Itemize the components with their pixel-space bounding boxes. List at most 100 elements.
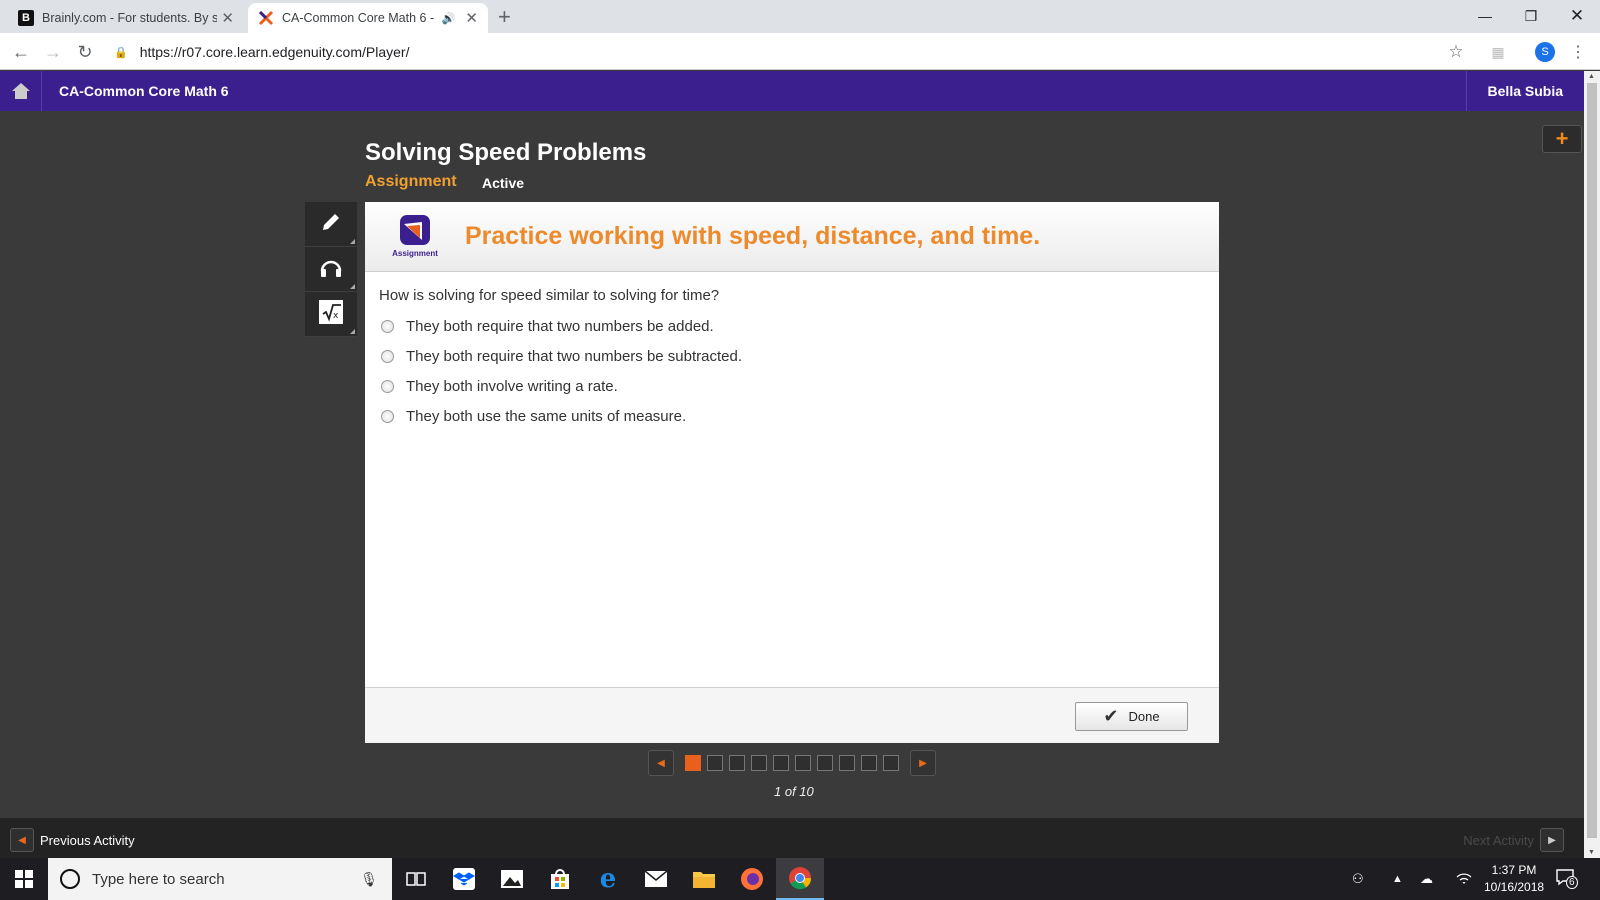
tab-edgenuity[interactable]: CA-Common Core Math 6 - E 🔊 ✕ (248, 3, 488, 33)
square-root-icon: x (318, 299, 344, 330)
home-icon[interactable] (0, 71, 42, 111)
url-text: https://r07.core.learn.edgenuity.com/Pla… (139, 44, 410, 60)
close-window-icon[interactable]: ✕ (1554, 0, 1600, 32)
assignment-logo: Assignment (391, 214, 439, 262)
previous-question-arrow-icon[interactable]: ◀ (648, 750, 674, 776)
answer-choice[interactable]: They both require that two numbers be su… (381, 344, 742, 368)
scroll-up-arrow-icon[interactable]: ▲ (1588, 73, 1595, 80)
tab-brainly[interactable]: B Brainly.com - For students. By st ✕ (8, 3, 244, 33)
done-button[interactable]: ✔ Done (1075, 702, 1188, 731)
forward-arrow-icon[interactable]: → (40, 39, 66, 65)
answer-choice[interactable]: They both use the same units of measure. (381, 404, 686, 428)
tab-title: Brainly.com - For students. By st (42, 11, 218, 25)
question-page-7[interactable] (817, 755, 833, 771)
user-name[interactable]: Bella Subia (1465, 71, 1584, 111)
scrollbar-thumb[interactable] (1587, 83, 1597, 838)
tool-panel: x (305, 202, 357, 337)
mail-icon[interactable] (632, 858, 680, 900)
radio-button[interactable] (381, 349, 394, 363)
search-placeholder: Type here to search (92, 870, 225, 888)
edge-browser-icon[interactable]: e (584, 858, 632, 900)
choice-label[interactable]: They both use the same units of measure. (406, 408, 686, 425)
previous-activity-label: Previous Activity (40, 832, 135, 848)
course-header: CA-Common Core Math 6 Bella Subia (0, 71, 1584, 111)
page-scrollbar[interactable]: ▲ ▼ (1584, 71, 1600, 858)
chrome-icon[interactable] (776, 858, 824, 900)
activity-headline: Practice working with speed, distance, a… (465, 222, 1041, 250)
wifi-icon[interactable] (1456, 858, 1472, 900)
close-tab-icon[interactable]: ✕ (465, 9, 478, 27)
close-tab-icon[interactable]: ✕ (221, 9, 234, 27)
firefox-icon[interactable] (728, 858, 776, 900)
windows-start-icon[interactable] (0, 858, 48, 900)
question-page-1[interactable] (685, 755, 701, 771)
question-page-3[interactable] (729, 755, 745, 771)
notification-center-icon[interactable]: 6 (1555, 868, 1578, 889)
minimize-icon[interactable]: — (1462, 0, 1508, 32)
course-title: CA-Common Core Math 6 (59, 83, 229, 99)
audio-tool-button[interactable] (305, 247, 357, 292)
question-page-2[interactable] (707, 755, 723, 771)
reload-icon[interactable]: ↻ (72, 39, 98, 65)
math-tool-button[interactable]: x (305, 292, 357, 337)
question-text: How is solving for speed similar to solv… (379, 287, 720, 304)
right-arrow-icon: ▶ (1540, 828, 1564, 852)
dropbox-icon[interactable] (440, 858, 488, 900)
scroll-down-arrow-icon[interactable]: ▼ (1588, 849, 1595, 856)
task-view-icon[interactable] (392, 858, 440, 900)
address-bar[interactable]: 🔒 https://r07.core.learn.edgenuity.com/P… (114, 39, 1469, 65)
question-page-5[interactable] (773, 755, 789, 771)
activity-nav-bar: ◀ Previous Activity Next Activity ▶ (0, 818, 1584, 858)
choice-label[interactable]: They both require that two numbers be ad… (406, 318, 714, 335)
people-icon[interactable]: ⚇ (1352, 858, 1364, 900)
store-icon[interactable] (536, 858, 584, 900)
choice-label[interactable]: They both involve writing a rate. (406, 378, 618, 395)
svg-text:x: x (333, 311, 339, 321)
cortana-icon (60, 869, 80, 889)
question-page-10[interactable] (883, 755, 899, 771)
card-header: Assignment Practice working with speed, … (365, 202, 1219, 272)
bookmark-star-icon[interactable]: ☆ (1443, 39, 1469, 65)
menu-dots-icon[interactable]: ⋮ (1565, 39, 1591, 65)
audio-playing-icon[interactable]: 🔊 (442, 12, 456, 25)
microphone-icon[interactable]: 🎙 (360, 871, 378, 888)
assignment-icon (400, 215, 430, 245)
question-page-8[interactable] (839, 755, 855, 771)
page-counter: 1 of 10 (774, 784, 814, 799)
edgenuity-icon (258, 10, 274, 26)
headphones-icon (318, 255, 344, 284)
browser-toolbar: ← → ↻ 🔒 https://r07.core.learn.edgenuity… (0, 33, 1600, 70)
next-activity-button[interactable]: Next Activity ▶ (1463, 828, 1564, 852)
previous-activity-button[interactable]: ◀ Previous Activity (10, 828, 135, 852)
card-footer: ✔ Done (365, 687, 1219, 743)
radio-button[interactable] (381, 409, 394, 423)
file-explorer-icon[interactable] (680, 858, 728, 900)
activity-card: Assignment Practice working with speed, … (365, 202, 1219, 743)
next-question-arrow-icon[interactable]: ▶ (910, 750, 936, 776)
radio-button[interactable] (381, 319, 394, 333)
choice-label[interactable]: They both require that two numbers be su… (406, 348, 742, 365)
pencil-tool-button[interactable] (305, 202, 357, 247)
question-page-6[interactable] (795, 755, 811, 771)
question-page-4[interactable] (751, 755, 767, 771)
activity-title: Solving Speed Problems (365, 139, 647, 166)
back-arrow-icon[interactable]: ← (8, 39, 34, 65)
profile-avatar[interactable]: S (1535, 42, 1555, 62)
new-tab-button[interactable]: + (498, 4, 511, 30)
extension-icon[interactable]: ▦ (1485, 39, 1511, 65)
taskbar-search-input[interactable]: Type here to search 🎙 (48, 858, 392, 900)
answer-choice[interactable]: They both require that two numbers be ad… (381, 314, 714, 338)
answer-choice[interactable]: They both involve writing a rate. (381, 374, 618, 398)
taskbar-clock[interactable]: 1:37 PM 10/16/2018 (1484, 862, 1544, 896)
done-label: Done (1128, 709, 1160, 724)
photos-icon[interactable] (488, 858, 536, 900)
onedrive-icon[interactable]: ☁ (1420, 858, 1433, 900)
restore-icon[interactable]: ❐ (1508, 0, 1554, 32)
expand-plus-button[interactable]: + (1542, 125, 1582, 153)
browser-tab-strip: B Brainly.com - For students. By st ✕ CA… (0, 0, 1600, 33)
activity-type: Assignment (365, 173, 457, 190)
radio-button[interactable] (381, 379, 394, 393)
activity-status: Active (482, 175, 525, 191)
question-page-9[interactable] (861, 755, 877, 771)
tray-chevron-icon[interactable]: ▲ (1392, 858, 1403, 900)
